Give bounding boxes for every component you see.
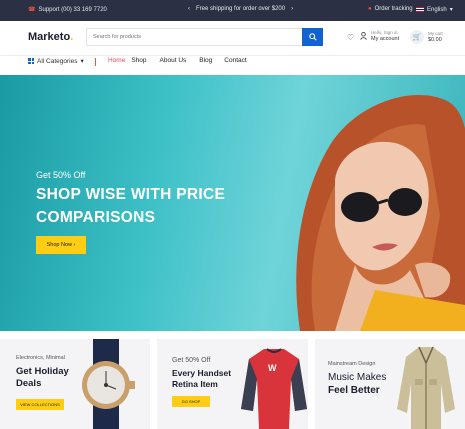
account-label: My account	[371, 36, 400, 42]
shipping-text: Free shipping for order over $200	[196, 6, 286, 12]
logo-dot: .	[70, 31, 74, 43]
promo-card-holiday[interactable]: Electronics, Minimal Get Holiday Deals V…	[0, 339, 150, 429]
hero-banner: Get 50% Off SHOP WISE WITH PRICE COMPARI…	[0, 75, 465, 331]
go-shop-button[interactable]: GO SHOP	[172, 396, 210, 407]
language-label: English	[427, 6, 447, 13]
tshirt-image: W	[241, 348, 307, 429]
cart-total: $0.00	[428, 37, 442, 43]
nav-divider	[95, 58, 96, 66]
uk-flag-icon	[416, 7, 424, 12]
promo-tag: Mainstream Design	[328, 361, 376, 367]
promo-title-line-2: Feel Better	[328, 385, 380, 396]
categories-label: All Categories	[37, 57, 78, 65]
shop-now-button[interactable]: Shop Now ›	[36, 236, 86, 254]
nav-blog[interactable]: Blog	[199, 57, 212, 64]
headset-icon: ☎	[28, 7, 36, 13]
jacket-image	[397, 346, 455, 429]
all-categories-dropdown[interactable]: All Categories ▾	[28, 57, 84, 65]
promo-row: Electronics, Minimal Get Holiday Deals V…	[0, 339, 465, 429]
logo-text: Marketo	[28, 31, 71, 43]
order-tracking-link[interactable]: ● Order tracking	[368, 6, 413, 12]
support-info: ☎ Support (00) 33 169 7720	[28, 6, 107, 14]
chevron-left-icon[interactable]: ‹	[188, 6, 190, 12]
logo[interactable]: Marketo.	[28, 31, 73, 43]
support-text: Support (00) 33 169 7720	[38, 6, 107, 13]
wishlist-heart-icon[interactable]: ♡	[347, 33, 354, 42]
promo-tag: Electronics, Minimal	[16, 355, 65, 361]
promo-title-line-1: Music Makes	[328, 372, 387, 383]
grid-icon	[28, 58, 34, 64]
order-tracking-label: Order tracking	[374, 6, 413, 12]
top-bar: ☎ Support (00) 33 169 7720 ‹ Free shippi…	[0, 0, 465, 21]
main-nav: All Categories ▾ Home Shop About Us Blog…	[0, 55, 465, 74]
hero-title: SHOP WISE WITH PRICE COMPARISONS	[36, 186, 226, 226]
search-button[interactable]	[302, 28, 323, 46]
view-collections-button[interactable]: VIEW COLLECTIONS	[16, 399, 64, 410]
promo-title: Every Handset Retina Item	[172, 368, 232, 389]
chevron-right-icon[interactable]: ›	[291, 6, 293, 12]
promo-card-handset[interactable]: Get 50% Off Every Handset Retina Item GO…	[157, 339, 308, 429]
shop-now-label: Shop Now	[46, 242, 72, 248]
nav-about-us[interactable]: About Us	[160, 57, 187, 64]
location-pin-icon: ●	[368, 6, 372, 12]
shipping-banner: ‹ Free shipping for order over $200 ›	[188, 6, 293, 12]
cart-link[interactable]: 🛒 My cart $0.00	[410, 30, 443, 44]
search-input[interactable]	[87, 29, 302, 45]
search-icon	[308, 33, 317, 41]
user-icon	[360, 32, 367, 40]
hero-subtitle: Get 50% Off	[36, 170, 86, 180]
nav-contact[interactable]: Contact	[224, 57, 246, 64]
nav-shop[interactable]: Shop	[131, 57, 146, 64]
nav-links: Home Shop About Us Blog Contact	[108, 57, 247, 64]
search-bar	[86, 28, 323, 46]
language-selector[interactable]: English ▾	[416, 6, 453, 13]
promo-title: Get Holiday Deals	[16, 366, 69, 389]
account-link[interactable]: Hello, Sign in My account	[360, 30, 399, 42]
site-header: Marketo. ♡ Hello, Sign in My account 🛒 M…	[0, 21, 465, 55]
promo-card-music[interactable]: Mainstream Design Music Makes Feel Bette…	[315, 339, 465, 429]
caret-down-icon: ▾	[80, 58, 84, 65]
watch-image	[82, 339, 135, 429]
chevron-down-icon: ▾	[449, 7, 453, 13]
promo-tag: Get 50% Off	[172, 357, 211, 364]
cart-icon: 🛒	[410, 30, 424, 44]
nav-home[interactable]: Home	[108, 57, 125, 64]
svg-text:W: W	[268, 363, 277, 373]
